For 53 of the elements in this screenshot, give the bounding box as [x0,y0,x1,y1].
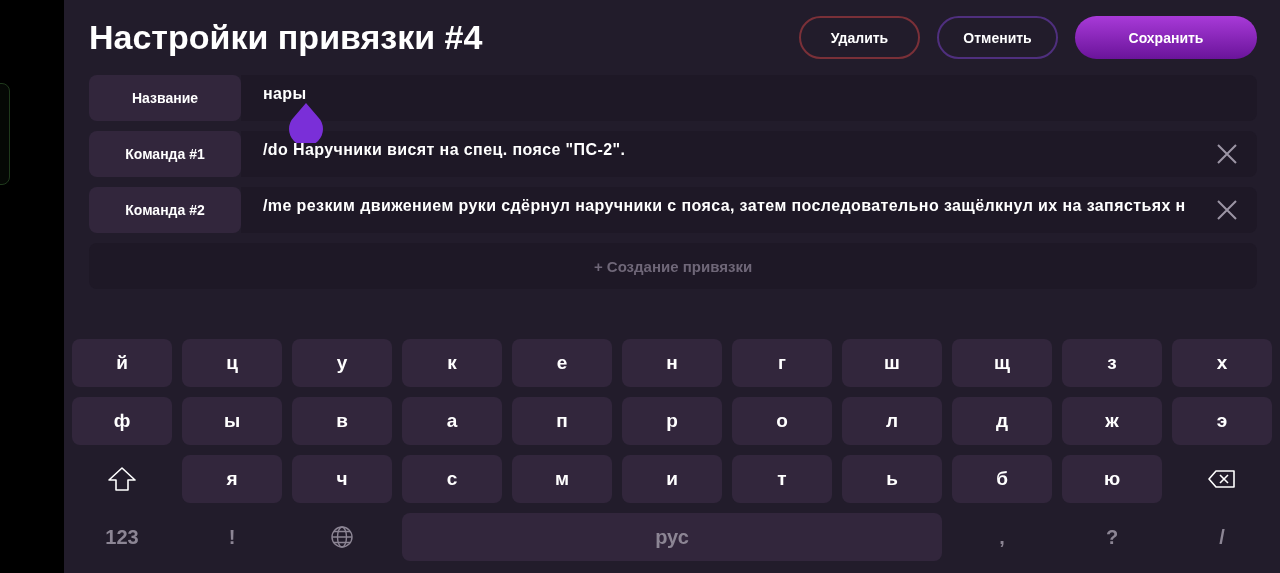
backspace-icon[interactable] [1208,470,1236,488]
keyboard-key[interactable]: э [1172,397,1272,445]
keyboard-key[interactable]: щ [952,339,1052,387]
input-field[interactable]: нары [241,75,1257,121]
keyboard-key[interactable]: е [512,339,612,387]
keyboard-key[interactable]: к [402,339,502,387]
keyboard-key[interactable]: / [1172,513,1272,561]
keyboard-key[interactable]: р [622,397,722,445]
keyboard-key[interactable]: п [512,397,612,445]
field-label: Команда #1 [89,131,241,177]
keyboard-key[interactable]: ц [182,339,282,387]
field-label: Команда #2 [89,187,241,233]
keyboard-key[interactable]: х [1172,339,1272,387]
keyboard-key[interactable]: ш [842,339,942,387]
keyboard-key[interactable]: ? [1062,513,1162,561]
page-title: Настройки привязки #4 [89,18,483,57]
keyboard-key[interactable]: ю [1062,455,1162,503]
keyboard-key[interactable]: , [952,513,1052,561]
keyboard-key[interactable]: а [402,397,502,445]
keyboard-key[interactable]: ч [292,455,392,503]
field-label: Название [89,75,241,121]
keyboard-key[interactable]: и [622,455,722,503]
globe-icon[interactable] [331,526,353,548]
keyboard-key[interactable]: д [952,397,1052,445]
close-icon[interactable] [1217,144,1237,164]
shift-icon[interactable] [108,467,136,491]
keyboard-key[interactable]: б [952,455,1052,503]
action-button[interactable]: Отменить [937,16,1058,59]
keyboard-key[interactable]: с [402,455,502,503]
keyboard-key[interactable]: й [72,339,172,387]
keyboard-key[interactable]: ь [842,455,942,503]
keyboard-key[interactable]: г [732,339,832,387]
keyboard-key[interactable]: у [292,339,392,387]
action-button[interactable]: Удалить [799,16,920,59]
cursor-handle-icon[interactable] [289,103,323,143]
input-field[interactable]: /me резким движением руки сдёрнул наручники с пояса, затем последовательно защёлкнул их на запястьях н [241,187,1257,233]
keyboard-key[interactable]: ы [182,397,282,445]
input-field[interactable]: /do Наручники висят на спец. поясе "ПС-2". [241,131,1257,177]
keyboard-key[interactable]: з [1062,339,1162,387]
space-key[interactable]: рус [402,513,942,561]
keyboard-key[interactable]: т [732,455,832,503]
keyboard-key[interactable]: в [292,397,392,445]
keyboard-key[interactable]: ! [182,513,282,561]
keyboard-key[interactable]: ж [1062,397,1162,445]
keyboard-key[interactable]: л [842,397,942,445]
keyboard-key[interactable]: м [512,455,612,503]
close-icon[interactable] [1217,200,1237,220]
keyboard-key[interactable]: я [182,455,282,503]
keyboard-key[interactable]: о [732,397,832,445]
keyboard-key[interactable]: 123 [72,513,172,561]
keyboard-key[interactable]: ф [72,397,172,445]
action-button[interactable]: Сохранить [1075,16,1257,59]
keyboard-key[interactable]: н [622,339,722,387]
